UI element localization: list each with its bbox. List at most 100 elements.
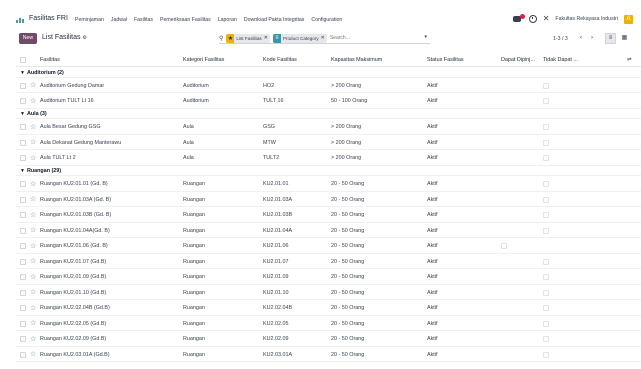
favorite-star-icon[interactable]: ☆ — [30, 180, 36, 188]
activity-clock-icon[interactable] — [528, 15, 537, 23]
menu-item-laporan[interactable]: Laporan — [218, 17, 237, 23]
favorite-star-icon[interactable]: ☆ — [30, 138, 36, 146]
facet-groupby[interactable]: ≡ Product Category ✕ — [272, 33, 327, 43]
search-input[interactable] — [329, 35, 390, 41]
table-row[interactable]: ☆ Ruangan KU2.01.01 (Gd. B) Ruangan KU2.01.… — [16, 176, 641, 192]
table-row[interactable]: ☆ Auditorium TULT Lt 16 Auditorium TULT 16 5… — [16, 93, 641, 109]
menu-item-download-pakta[interactable]: Download Pakta Integritas — [244, 17, 305, 23]
row-checkbox[interactable] — [20, 82, 26, 89]
row-checkbox[interactable] — [20, 305, 26, 311]
search-options-toggle-icon[interactable]: ▾ — [424, 34, 427, 40]
favorite-star-icon[interactable]: ☆ — [30, 226, 36, 234]
menu-item-jadwal[interactable]: Jadwal — [111, 17, 127, 23]
favorite-star-icon[interactable]: ☆ — [30, 304, 36, 312]
menu-item-pemeriksaan[interactable]: Pemeriksaan Fasilitas — [160, 17, 211, 23]
row-checkbox[interactable] — [20, 243, 26, 249]
new-button[interactable]: New — [19, 33, 37, 44]
group-label: ▼ Auditorium (2) — [20, 70, 64, 76]
row-checkbox[interactable] — [20, 139, 26, 146]
gear-icon[interactable]: ⚙ — [83, 35, 87, 41]
cell-fasilitas: Ruangan KU2.01.01 (Gd. B) — [40, 181, 108, 187]
favorite-star-icon[interactable]: ☆ — [30, 97, 36, 105]
column-header-kode[interactable]: Kode Fasilitas — [263, 57, 297, 63]
group-by-icon: ≡ — [272, 33, 281, 43]
table-row[interactable]: ☆ Ruangan KU2.01.10 (Gd.B) Ruangan KU2.01.1… — [16, 285, 641, 300]
menu-item-configuration[interactable]: Configuration — [311, 17, 342, 23]
pager-next-icon[interactable]: › — [591, 35, 593, 41]
remove-facet-icon[interactable]: ✕ — [321, 35, 327, 41]
column-header-kategori[interactable]: Kategori Fasilitas — [183, 57, 224, 63]
row-checkbox[interactable] — [20, 289, 26, 296]
row-checkbox[interactable] — [20, 155, 26, 161]
row-checkbox[interactable] — [20, 258, 26, 265]
messages-icon[interactable] — [512, 14, 525, 24]
list-view-icon[interactable]: ≡ — [605, 33, 616, 44]
list-table: Fasilitas Kategori Fasilitas Kode Fasili… — [16, 53, 641, 362]
table-row[interactable]: ☆ Ruangan KU2.02.05 (Gd.B) Ruangan KU2.02.0… — [16, 316, 641, 331]
column-header-tidak-dapat[interactable]: Tidak Dapat ... — [543, 57, 578, 63]
favorite-star-icon[interactable]: ☆ — [30, 81, 36, 89]
row-checkbox[interactable] — [20, 351, 26, 358]
app-menu-icon[interactable] — [16, 17, 25, 23]
control-panel: New List Fasilitas ⚙ ⚲ ★ List Fasilitas ✕… — [0, 30, 641, 48]
pager-value[interactable]: 1-3 / 3 — [553, 36, 568, 42]
row-checkbox[interactable] — [20, 227, 26, 234]
row-checkbox[interactable] — [20, 336, 26, 342]
optional-columns-icon[interactable]: ⇌ — [627, 57, 632, 63]
row-checkbox[interactable] — [20, 274, 26, 280]
table-row[interactable]: ☆ Ruangan KU2.01.03A (Gd. B) Ruangan KU2.01… — [16, 192, 641, 207]
select-all-checkbox[interactable] — [20, 57, 26, 63]
row-checkbox[interactable] — [20, 181, 26, 187]
column-header-status[interactable]: Status Fasilitas — [427, 57, 464, 63]
favorite-star-icon[interactable]: ☆ — [30, 257, 36, 265]
column-header-dapat-dipinjam[interactable]: Dapat Dipinj... — [501, 57, 535, 63]
group-row[interactable]: ▼ Auditorium (2) — [16, 67, 641, 78]
cell-kategori: Ruangan — [183, 196, 205, 203]
cell-kategori: Auditorium — [183, 98, 209, 104]
favorite-star-icon[interactable]: ☆ — [30, 211, 36, 219]
favorite-star-icon[interactable]: ☆ — [30, 123, 36, 131]
company-switcher[interactable]: Fakultas Rekayasa Industri — [555, 16, 618, 22]
row-checkbox[interactable] — [20, 320, 26, 327]
kanban-view-icon[interactable]: ▦ — [619, 33, 630, 44]
menu-item-fasilitas[interactable]: Fasilitas — [134, 17, 153, 23]
favorite-star-icon[interactable]: ☆ — [30, 195, 36, 203]
table-row[interactable]: ☆ Aula Besar Gedung GSG Aula GSG > 200 Orang… — [16, 119, 641, 135]
favorite-star-icon[interactable]: ☆ — [30, 273, 36, 281]
table-row[interactable]: ☆ Ruangan KU2.03.01A (Gd.B) Ruangan KU2.03.… — [16, 347, 641, 362]
column-header-fasilitas[interactable]: Fasilitas — [40, 57, 60, 63]
table-row[interactable]: ☆ Ruangan KU2.01.06 (Gd. B) Ruangan KU2.01.… — [16, 238, 641, 254]
user-avatar[interactable]: A — [624, 14, 633, 24]
table-row[interactable]: ☆ Ruangan KU2.01.04A(Gd. B) Ruangan KU2.01.… — [16, 223, 641, 238]
table-row[interactable]: ☆ Aula Dekanat Gedung Manterawu Aula MTW > 2… — [16, 135, 641, 150]
favorite-star-icon[interactable]: ☆ — [30, 319, 36, 327]
app-brand[interactable]: Fasilitas FRI — [29, 15, 68, 22]
table-row[interactable]: ☆ Ruangan KU2.01.07 (Gd.B) Ruangan KU2.01.0… — [16, 254, 641, 269]
menu-item-peminjaman[interactable]: Peminjaman — [75, 17, 104, 23]
table-row[interactable]: ☆ Auditorium Gedung Damar Auditorium HO2 > 2… — [16, 78, 641, 93]
favorite-star-icon[interactable]: ☆ — [30, 154, 36, 162]
table-row[interactable]: ☆ Ruangan KU2.01.03B (Gd. B) Ruangan KU2.01… — [16, 207, 641, 223]
row-checkbox[interactable] — [20, 196, 26, 203]
table-row[interactable]: ☆ Ruangan KU2.01.09 (Gd.B) Ruangan KU2.01.0… — [16, 269, 641, 285]
favorite-star-icon[interactable]: ☆ — [30, 335, 36, 343]
table-row[interactable]: ☆ Ruangan KU2.02.04B (Gd.B) Ruangan KU2.02.… — [16, 300, 641, 316]
group-row[interactable]: ▼ Aula (3) — [16, 109, 641, 119]
debug-tools-icon[interactable]: ✕ — [543, 15, 550, 23]
row-checkbox[interactable] — [20, 212, 26, 218]
group-row[interactable]: ▼ Ruangan (29) — [16, 166, 641, 176]
favorite-star-icon[interactable]: ☆ — [30, 288, 36, 296]
cell-kode: KU2.01.10 — [263, 289, 289, 296]
favorite-star-icon[interactable]: ☆ — [30, 242, 36, 250]
cell-kategori: Ruangan — [183, 274, 205, 280]
table-row[interactable]: ☆ Aula TULT Lt 2 Aula TULT2 > 200 Orang Aktif — [16, 150, 641, 166]
remove-facet-icon[interactable]: ✕ — [264, 35, 270, 41]
pager-previous-icon[interactable]: ‹ — [580, 35, 582, 41]
column-header-kapasitas[interactable]: Kapasitas Maksimum — [331, 57, 382, 63]
row-checkbox[interactable] — [20, 98, 26, 104]
row-checkbox[interactable] — [20, 124, 26, 130]
cell-kapasitas: 20 - 50 Orang — [331, 227, 365, 234]
facet-filter[interactable]: ★ List Fasilitas ✕ — [226, 33, 270, 43]
table-row[interactable]: ☆ Ruangan KU2.02.09 (Gd.B) Ruangan KU2.02.0… — [16, 331, 641, 347]
favorite-star-icon[interactable]: ☆ — [30, 350, 36, 358]
